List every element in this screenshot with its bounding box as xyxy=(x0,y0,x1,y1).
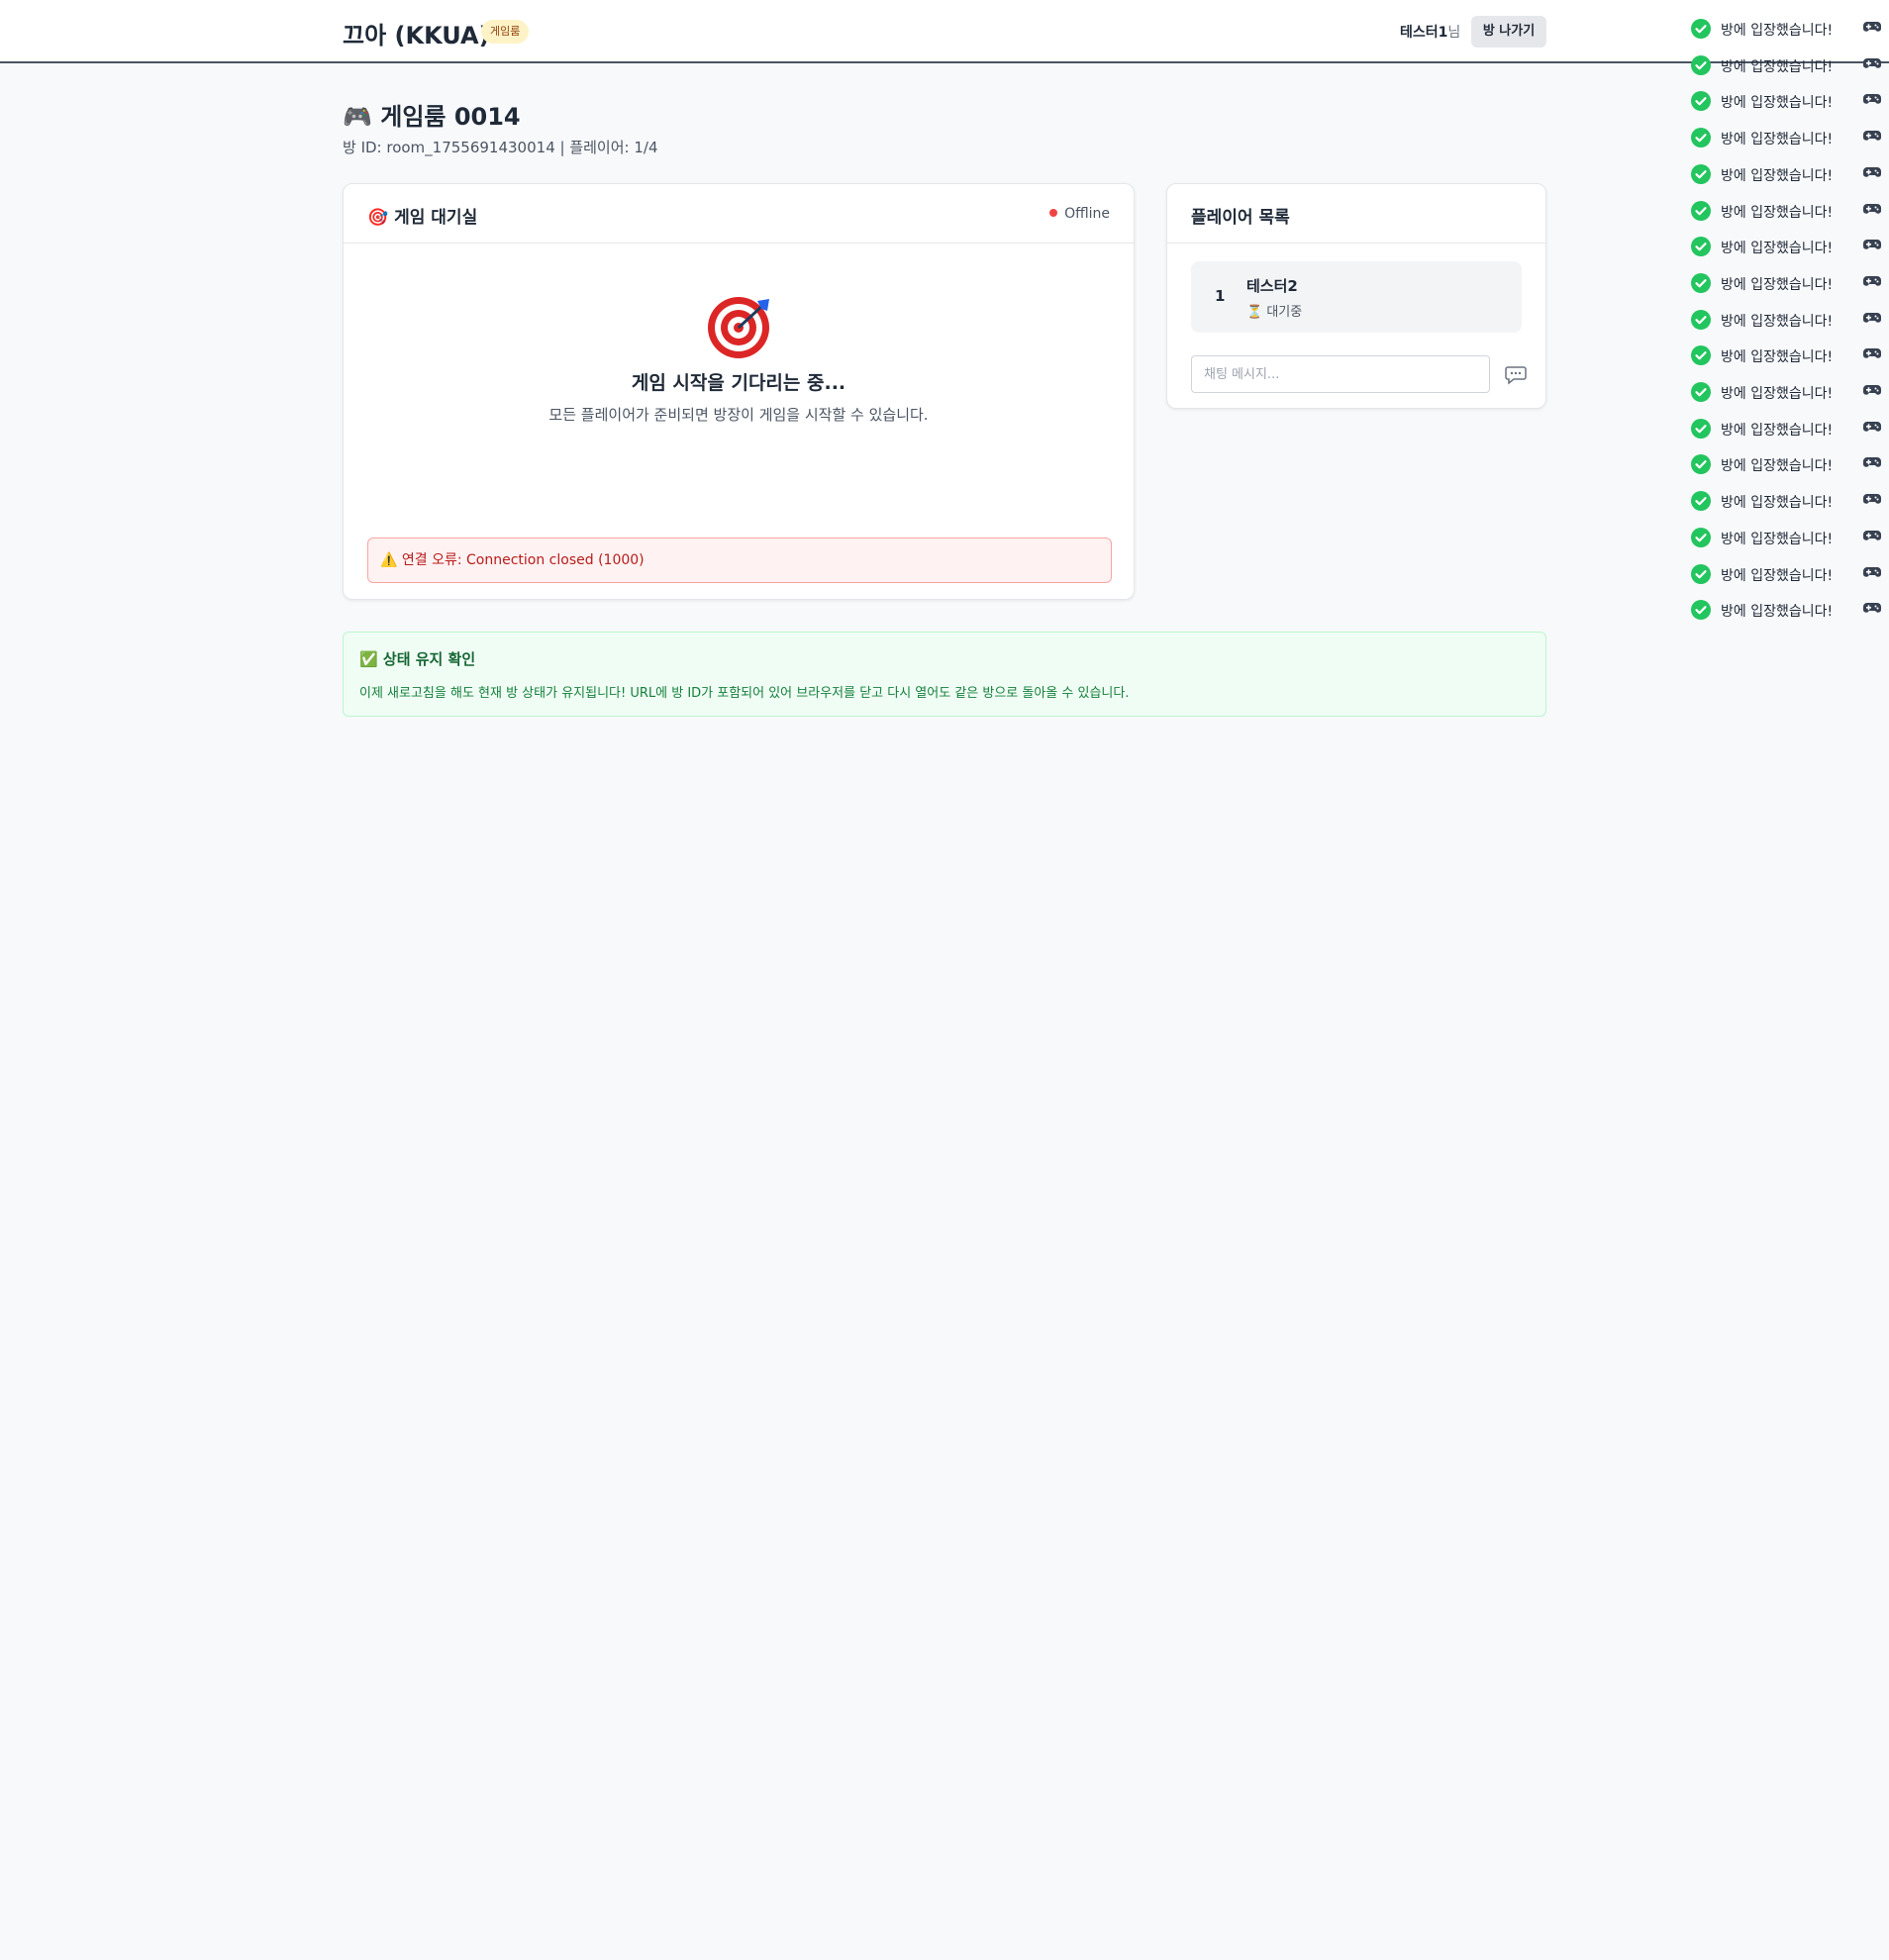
toast-notification[interactable]: 방에 입장했습니다! xyxy=(1691,269,1881,297)
top-navbar: 끄아 (KKUA) 게임룸 테스터1님 방 나가기 xyxy=(0,0,1889,63)
status-dot-icon xyxy=(1049,209,1058,217)
chat-input[interactable] xyxy=(1191,355,1490,393)
gamepad-icon xyxy=(1863,166,1881,177)
check-circle-icon xyxy=(1691,382,1711,402)
gamepad-icon xyxy=(1863,566,1881,577)
gamepad-icon xyxy=(1863,385,1881,395)
toast-message: 방에 입장했습니다! xyxy=(1721,241,1834,257)
toast-notification[interactable]: 방에 입장했습니다! xyxy=(1691,560,1881,588)
gamepad-icon xyxy=(1863,275,1881,286)
gamepad-icon xyxy=(1863,203,1881,214)
user-name: 테스터1 xyxy=(1400,25,1448,41)
check-circle-icon xyxy=(1691,19,1711,39)
leave-room-button[interactable]: 방 나가기 xyxy=(1471,16,1546,48)
player-list-card: 플레이어 목록 1 테스터2 ⏳ 대기중 xyxy=(1166,183,1546,409)
check-circle-icon xyxy=(1691,418,1711,439)
game-lobby-card: 🎯 게임 대기실 Offline 게임 시작을 기다리는 중... 모든 플레이… xyxy=(343,183,1135,600)
player-name: 테스터2 xyxy=(1246,277,1298,295)
toast-notification[interactable]: 방에 입장했습니다! xyxy=(1691,596,1881,624)
waiting-description: 모든 플레이어가 준비되면 방장이 게임을 시작할 수 있습니다. xyxy=(548,406,929,424)
toast-notification[interactable]: 방에 입장했습니다! xyxy=(1691,197,1881,225)
waiting-title: 게임 시작을 기다리는 중... xyxy=(631,372,846,394)
toast-notification[interactable]: 방에 입장했습니다! xyxy=(1691,342,1881,369)
gamepad-icon xyxy=(1863,457,1881,468)
gamepad-icon xyxy=(1863,131,1881,141)
toast-notification[interactable]: 방에 입장했습니다! xyxy=(1691,415,1881,442)
check-circle-icon xyxy=(1691,200,1711,221)
toast-message: 방에 입장했습니다! xyxy=(1721,276,1834,293)
player-row: 1 테스터2 ⏳ 대기중 xyxy=(1191,261,1522,333)
chat-bubble-icon[interactable] xyxy=(1504,362,1528,386)
toast-notification[interactable]: 방에 입장했습니다! xyxy=(1691,160,1881,188)
check-circle-icon xyxy=(1691,563,1711,584)
connection-status: Offline xyxy=(1049,206,1110,222)
toast-message: 방에 입장했습니다! xyxy=(1721,58,1834,75)
toast-notification[interactable]: 방에 입장했습니다! xyxy=(1691,450,1881,478)
toast-notification[interactable]: 방에 입장했습니다! xyxy=(1691,487,1881,515)
gamepad-icon xyxy=(1863,22,1881,32)
toast-notification[interactable]: 방에 입장했습니다! xyxy=(1691,233,1881,260)
gamepad-icon xyxy=(1863,240,1881,249)
toast-message: 방에 입장했습니다! xyxy=(1721,495,1834,512)
check-circle-icon xyxy=(1691,345,1711,366)
check-circle-icon xyxy=(1691,309,1711,330)
toast-notification[interactable]: 방에 입장했습니다! xyxy=(1691,378,1881,406)
lobby-card-header: 🎯 게임 대기실 Offline xyxy=(344,184,1134,244)
toast-message: 방에 입장했습니다! xyxy=(1721,422,1834,439)
toast-notification[interactable]: 방에 입장했습니다! xyxy=(1691,15,1881,43)
toast-message: 방에 입장했습니다! xyxy=(1721,386,1834,402)
toast-message: 방에 입장했습니다! xyxy=(1721,531,1834,547)
toast-message: 방에 입장했습니다! xyxy=(1721,132,1834,148)
toast-message: 방에 입장했습니다! xyxy=(1721,604,1834,621)
toast-notification[interactable]: 방에 입장했습니다! xyxy=(1691,306,1881,334)
toast-message: 방에 입장했습니다! xyxy=(1721,567,1834,584)
state-persistence-notice: ✅ 상태 유지 확인 이제 새로고침을 해도 현재 방 상태가 유지됩니다! U… xyxy=(343,632,1546,717)
gamepad-icon xyxy=(1863,312,1881,323)
page-badge: 게임룸 xyxy=(481,20,530,44)
player-list-header: 플레이어 목록 xyxy=(1167,184,1545,244)
target-dart-icon xyxy=(708,297,769,358)
toast-notification[interactable]: 방에 입장했습니다! xyxy=(1691,124,1881,151)
toast-message: 방에 입장했습니다! xyxy=(1721,349,1834,366)
gamepad-icon xyxy=(1863,94,1881,105)
toast-notification[interactable]: 방에 입장했습니다! xyxy=(1691,524,1881,551)
current-user: 테스터1님 xyxy=(1400,22,1460,42)
gamepad-icon xyxy=(1863,421,1881,432)
notice-title: ✅ 상태 유지 확인 xyxy=(359,650,476,668)
player-number: 1 xyxy=(1215,287,1226,305)
check-circle-icon xyxy=(1691,91,1711,112)
connection-error-alert: ⚠️ 연결 오류: Connection closed (1000) xyxy=(367,538,1112,583)
check-circle-icon xyxy=(1691,491,1711,512)
toast-message: 방에 입장했습니다! xyxy=(1721,204,1834,221)
check-circle-icon xyxy=(1691,454,1711,475)
check-circle-icon xyxy=(1691,128,1711,148)
notice-text: 이제 새로고침을 해도 현재 방 상태가 유지됩니다! URL에 방 ID가 포… xyxy=(359,686,1130,701)
toast-message: 방에 입장했습니다! xyxy=(1721,313,1834,330)
gamepad-icon xyxy=(1863,57,1881,68)
gamepad-icon xyxy=(1863,494,1881,504)
toast-message: 방에 입장했습니다! xyxy=(1721,23,1834,39)
gamepad-icon xyxy=(1863,530,1881,540)
user-suffix: 님 xyxy=(1447,25,1461,41)
check-circle-icon xyxy=(1691,237,1711,257)
page-title: 🎮 게임룸 0014 xyxy=(343,103,521,131)
check-circle-icon xyxy=(1691,272,1711,293)
player-status: ⏳ 대기중 xyxy=(1246,305,1303,320)
player-list-title: 플레이어 목록 xyxy=(1191,208,1290,228)
toast-message: 방에 입장했습니다! xyxy=(1721,167,1834,184)
check-circle-icon xyxy=(1691,54,1711,75)
lobby-title: 🎯 게임 대기실 xyxy=(367,208,478,228)
gamepad-icon xyxy=(1863,348,1881,359)
room-info: 방 ID: room_1755691430014 | 플레이어: 1/4 xyxy=(343,139,658,156)
toast-message: 방에 입장했습니다! xyxy=(1721,458,1834,475)
app-logo[interactable]: 끄아 (KKUA) xyxy=(343,16,490,50)
gamepad-icon xyxy=(1863,603,1881,613)
connection-status-label: Offline xyxy=(1064,206,1110,222)
toast-notification[interactable]: 방에 입장했습니다! xyxy=(1691,51,1881,79)
check-circle-icon xyxy=(1691,527,1711,547)
toast-notification[interactable]: 방에 입장했습니다! xyxy=(1691,87,1881,115)
toast-message: 방에 입장했습니다! xyxy=(1721,95,1834,112)
check-circle-icon xyxy=(1691,600,1711,621)
check-circle-icon xyxy=(1691,163,1711,184)
